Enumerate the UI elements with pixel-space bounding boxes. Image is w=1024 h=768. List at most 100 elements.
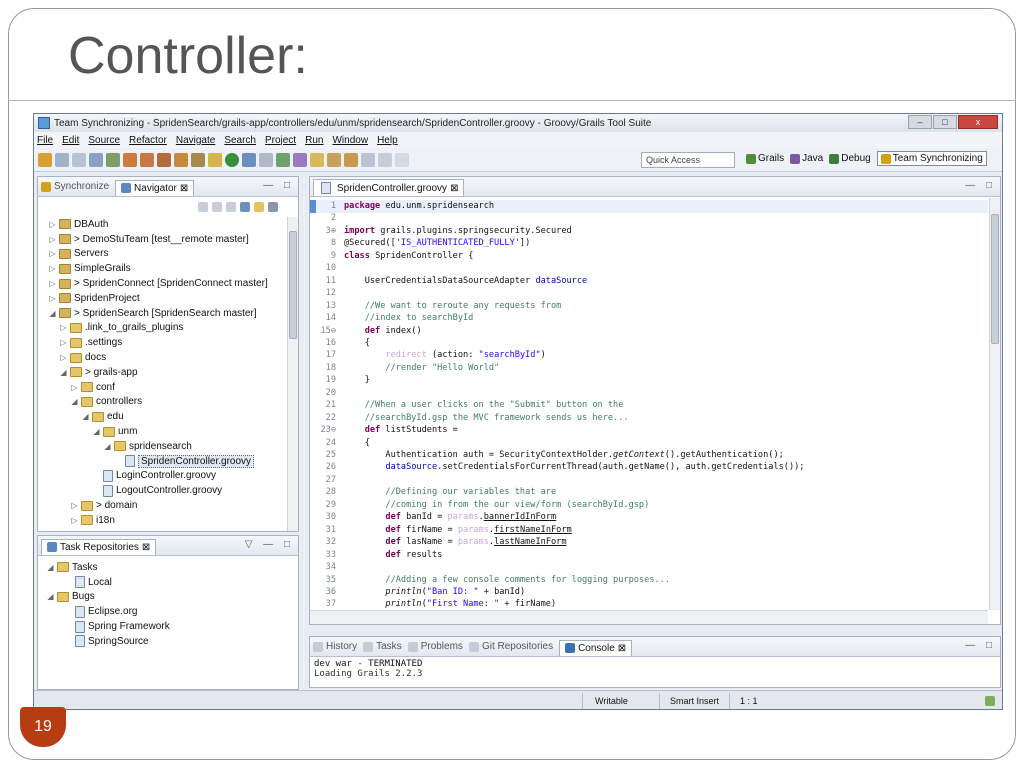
tab-problems[interactable]: Problems — [407, 641, 463, 652]
expand-arrow-icon[interactable]: ▷ — [70, 501, 79, 510]
code-line[interactable]: 31 def firName = params.firstNameInForm — [310, 524, 988, 537]
view-menu-icon[interactable] — [268, 202, 278, 212]
code-line[interactable]: 20 — [310, 387, 988, 400]
code-line[interactable]: 30 def banId = params.bannerIdInForm — [310, 511, 988, 524]
save-all-icon[interactable] — [72, 152, 86, 167]
tab-git-repositories[interactable]: Git Repositories — [468, 641, 553, 652]
expand-arrow-icon[interactable]: ◢ — [59, 368, 68, 377]
tree-item[interactable]: ◢ > SpridenSearch [SpridenSearch master] — [38, 306, 286, 321]
code-line[interactable]: 34 — [310, 561, 988, 574]
expand-arrow-icon[interactable]: ▷ — [70, 383, 79, 392]
close-button[interactable]: x — [958, 115, 998, 129]
sync-icon[interactable] — [140, 152, 154, 167]
code-line[interactable]: 10 — [310, 262, 988, 275]
expand-arrow-icon[interactable]: ◢ — [48, 309, 57, 318]
code-line[interactable]: 36 println("Ban ID: " + banId) — [310, 586, 988, 599]
code-line[interactable]: 24 { — [310, 437, 988, 450]
open-task-icon[interactable] — [293, 152, 307, 167]
code-line[interactable]: 15⊖ def index() — [310, 325, 988, 338]
open-type-icon[interactable] — [276, 152, 290, 167]
progress-icon[interactable] — [985, 696, 995, 706]
code-line[interactable]: 33 def results — [310, 549, 988, 562]
menu-search[interactable]: Search — [224, 135, 256, 146]
run-icon[interactable] — [225, 152, 239, 167]
forward-icon[interactable] — [212, 202, 222, 212]
expand-arrow-icon[interactable]: ◢ — [103, 442, 112, 451]
expand-arrow-icon[interactable]: ◢ — [81, 412, 90, 421]
close-icon[interactable]: ⊠ — [180, 183, 188, 194]
close-icon[interactable]: ⊠ — [618, 643, 626, 654]
code-line[interactable]: 16 { — [310, 337, 988, 350]
code-line[interactable]: 28 //Defining our variables that are — [310, 486, 988, 499]
refresh-icon[interactable] — [123, 152, 137, 167]
menu-refactor[interactable]: Refactor — [129, 135, 167, 146]
code-line[interactable]: 17 redirect (action: "searchById") — [310, 349, 988, 362]
code-line[interactable]: 18 //render "Hello World" — [310, 362, 988, 375]
code-line[interactable]: 29 //coming in from the our view/form (s… — [310, 499, 988, 512]
tab-synchronize[interactable]: Synchronize — [41, 181, 109, 192]
up-icon[interactable] — [226, 202, 236, 212]
tree-item[interactable]: ◢ spridensearch — [38, 439, 286, 454]
menu-file[interactable]: File — [37, 135, 53, 146]
perspective-grails[interactable]: Grails — [746, 153, 784, 164]
expand-arrow-icon[interactable]: ▷ — [59, 338, 68, 347]
tree-item[interactable]: Eclipse.org — [38, 604, 298, 619]
scrollbar-thumb[interactable] — [991, 214, 999, 344]
tree-item[interactable]: ▷ SimpleGrails — [38, 261, 286, 276]
expand-arrow-icon[interactable]: ◢ — [92, 427, 101, 436]
next-annotation-icon[interactable] — [327, 152, 341, 167]
code-line[interactable]: 9 class SpridenController { — [310, 250, 988, 263]
tree-item[interactable]: ▷ > DemoStuTeam [test__remote master] — [38, 232, 286, 247]
view-controls[interactable]: ▽ — □ — [245, 539, 294, 550]
tab-history[interactable]: History — [313, 641, 357, 652]
pull-icon[interactable] — [191, 152, 205, 167]
tab-console[interactable]: Console ⊠ — [559, 639, 633, 656]
tree-item[interactable]: ▷ .settings — [38, 335, 286, 350]
tree-item[interactable]: ▷ > SpridenConnect [SpridenConnect master… — [38, 276, 286, 291]
close-icon[interactable]: ⊠ — [450, 183, 458, 194]
tree-item[interactable]: ▷ i18n — [38, 513, 286, 528]
perspective-java[interactable]: Java — [790, 153, 823, 164]
maximize-button[interactable]: □ — [933, 115, 957, 129]
new-icon[interactable] — [38, 152, 52, 167]
view-controls[interactable]: — □ — [263, 180, 294, 191]
expand-arrow-icon[interactable]: ◢ — [46, 563, 55, 572]
code-line[interactable]: 32 def lasName = params.lastNameInForm — [310, 536, 988, 549]
tree-item[interactable]: LogoutController.groovy — [38, 483, 286, 498]
tree-item[interactable]: LoginController.groovy — [38, 469, 286, 484]
menu-edit[interactable]: Edit — [62, 135, 79, 146]
code-line[interactable]: 25 Authentication auth = SecurityContext… — [310, 449, 988, 462]
pin-icon[interactable] — [395, 152, 409, 167]
code-line[interactable]: 22 //searchById.gsp the MVC framework se… — [310, 412, 988, 425]
quick-access-input[interactable]: Quick Access — [641, 152, 735, 168]
menu-project[interactable]: Project — [265, 135, 296, 146]
code-line[interactable]: 35 //Adding a few console comments for l… — [310, 574, 988, 587]
expand-arrow-icon[interactable]: ▷ — [59, 323, 68, 332]
save-icon[interactable] — [55, 152, 69, 167]
debug-icon[interactable] — [242, 152, 256, 167]
code-line[interactable]: 3⊕ import grails.plugins.springsecurity.S… — [310, 225, 988, 238]
tree-item[interactable]: SpringSource — [38, 634, 298, 649]
tree-item[interactable]: ▷ SpridenProject — [38, 291, 286, 306]
expand-arrow-icon[interactable]: ▷ — [70, 516, 79, 525]
tab-navigator[interactable]: Navigator ⊠ — [115, 179, 195, 196]
external-tools-icon[interactable] — [259, 152, 273, 167]
menu-help[interactable]: Help — [377, 135, 398, 146]
new-project-icon[interactable] — [208, 152, 222, 167]
back-icon[interactable] — [361, 152, 375, 167]
commit-icon[interactable] — [157, 152, 171, 167]
view-controls[interactable]: — □ — [965, 180, 996, 191]
back-icon[interactable] — [198, 202, 208, 212]
forward-icon[interactable] — [378, 152, 392, 167]
menu-source[interactable]: Source — [88, 135, 120, 146]
menu-run[interactable]: Run — [305, 135, 323, 146]
push-icon[interactable] — [174, 152, 188, 167]
tree-item[interactable]: ▷ docs — [38, 350, 286, 365]
tree-item[interactable]: SpridenController.groovy — [38, 454, 286, 469]
collapse-all-icon[interactable] — [240, 202, 250, 212]
tree-item[interactable]: ▷ DBAuth — [38, 217, 286, 232]
print-icon[interactable] — [89, 152, 103, 167]
menu-window[interactable]: Window — [332, 135, 368, 146]
expand-arrow-icon[interactable]: ▷ — [59, 353, 68, 362]
code-line[interactable]: 2 — [310, 212, 988, 225]
